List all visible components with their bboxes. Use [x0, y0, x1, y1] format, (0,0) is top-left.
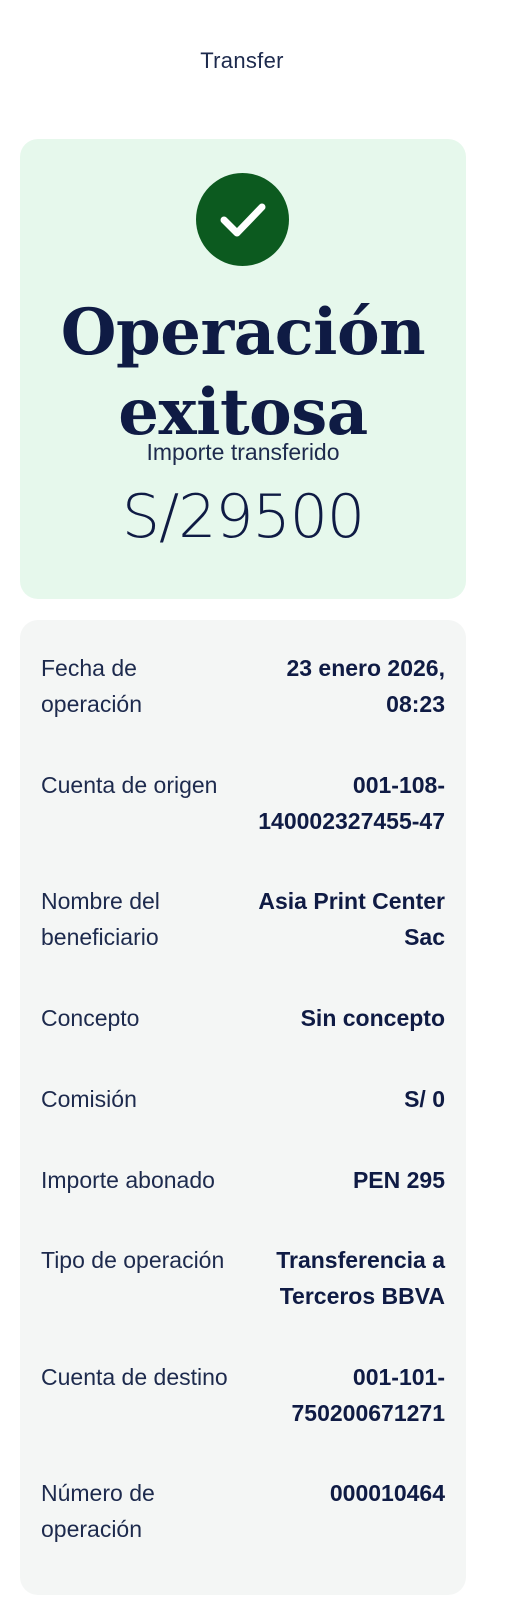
success-title-line1: Operación — [60, 295, 426, 370]
detail-label: Cuenta de destino — [41, 1364, 228, 1390]
amount-label: Importe transferido — [146, 439, 340, 465]
detail-value: S/ 0 — [404, 1086, 445, 1112]
page-title: Transfer — [200, 48, 284, 70]
detail-row-numero-operacion: Número de operación 000010464 — [41, 1475, 445, 1547]
success-card: Operación exitosa Importe transferido S/… — [20, 139, 466, 599]
details-card: Fecha de operación 23 enero 2026, 08:23 … — [20, 620, 466, 1595]
check-icon — [220, 203, 266, 237]
detail-row-importe-abonado: Importe abonado PEN 295 — [41, 1162, 445, 1198]
detail-value: 23 enero 2026, 08:23 — [286, 655, 445, 717]
detail-row-concepto: Concepto Sin concepto — [41, 1000, 445, 1036]
detail-label: Tipo de operación — [41, 1247, 225, 1273]
success-badge — [196, 173, 289, 266]
detail-row-comision: Comisión S/ 0 — [41, 1081, 445, 1117]
detail-row-cuenta-destino: Cuenta de destino 001-101-750200671271 — [41, 1359, 445, 1431]
detail-label: Comisión — [41, 1086, 137, 1112]
detail-label: Fecha de operación — [41, 655, 143, 717]
amount-value: S/29500 — [121, 482, 365, 552]
detail-value: Asia Print Center Sac — [258, 888, 445, 950]
success-title: Operación exitosa — [20, 293, 466, 453]
detail-row-cuenta-origen: Cuenta de origen 001-108-140002327455-47 — [41, 767, 445, 839]
detail-value: 001-101-750200671271 — [291, 1364, 446, 1426]
detail-row-tipo-operacion: Tipo de operación Transferencia a Tercer… — [41, 1242, 445, 1314]
detail-label: Nombre del beneficiario — [41, 888, 160, 950]
detail-value: 001-108-140002327455-47 — [258, 772, 445, 834]
detail-label: Número de operación — [41, 1480, 155, 1542]
detail-label: Concepto — [41, 1005, 140, 1031]
detail-value: 000010464 — [329, 1480, 445, 1506]
detail-value: Sin concepto — [300, 1005, 445, 1031]
detail-label: Cuenta de origen — [41, 772, 218, 798]
detail-value: Transferencia a Terceros BBVA — [276, 1247, 445, 1309]
detail-value: PEN 295 — [352, 1167, 445, 1193]
detail-label: Importe abonado — [41, 1167, 215, 1193]
detail-row-fecha: Fecha de operación 23 enero 2026, 08:23 — [41, 650, 445, 722]
detail-row-beneficiario: Nombre del beneficiario Asia Print Cente… — [41, 883, 445, 955]
